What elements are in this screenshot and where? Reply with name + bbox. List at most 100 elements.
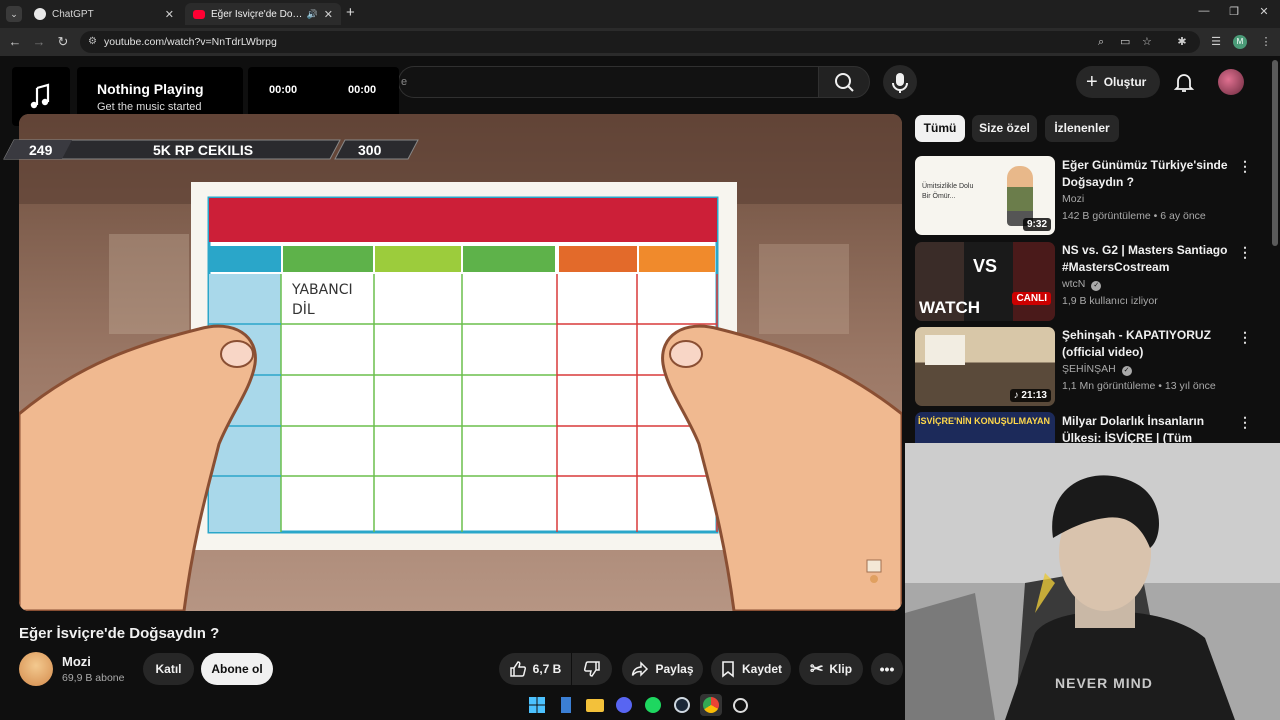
webcam-overlay: NEVER MIND <box>905 443 1280 720</box>
youtube-icon <box>193 9 205 19</box>
microphone-icon <box>892 73 908 93</box>
restore-icon[interactable]: ❐ <box>1220 5 1248 18</box>
discord-icon[interactable] <box>613 694 635 716</box>
channel-avatar[interactable] <box>19 652 53 686</box>
more-actions-button[interactable]: ••• <box>871 653 903 685</box>
site-info-icon[interactable]: ⚙ <box>88 31 97 53</box>
rec-meta: 1,1 Mn görüntüleme • 13 yıl önce <box>1062 380 1216 392</box>
video-title: Eğer İsviçre'de Doğsaydın ? <box>19 625 220 642</box>
subscriber-count: 69,9 B abone <box>62 672 125 684</box>
create-button[interactable]: + Oluştur <box>1076 66 1160 98</box>
profile-avatar[interactable]: M <box>1233 35 1247 49</box>
like-button[interactable]: 6,7 B <box>499 653 571 685</box>
share-label: Paylaş <box>655 662 694 676</box>
search-text: e <box>401 76 408 88</box>
rec-thumbnail[interactable]: Ümitsizlikle Dolu Bir Ömür... 9:32 <box>915 156 1055 235</box>
thumbnail-character <box>1007 166 1033 226</box>
account-avatar[interactable] <box>1218 69 1244 95</box>
thumbnail-caption: Ümitsizlikle Dolu Bir Ömür... <box>922 183 974 200</box>
rec-thumbnail[interactable]: İSVİÇRE'NİN KONUŞULMAYAN <box>915 412 1055 443</box>
tab-title: ChatGPT <box>52 8 94 20</box>
extensions-icon[interactable]: ✱ <box>1174 34 1190 50</box>
plus-icon: + <box>1086 71 1098 93</box>
dislike-button[interactable] <box>572 653 612 685</box>
clip-button[interactable]: ✂ Klip <box>799 653 863 685</box>
total-time: 00:00 <box>348 84 377 96</box>
close-tab-icon[interactable]: ✕ <box>165 8 174 21</box>
back-icon[interactable]: ← <box>7 34 23 50</box>
duration-badge: 9:32 <box>1022 218 1051 231</box>
chrome-icon[interactable] <box>700 694 722 716</box>
chip-watched[interactable]: İzlenenler <box>1045 115 1119 142</box>
shirt-text: NEVER MIND <box>1055 675 1153 691</box>
rec-meta: 142 B görüntüleme • 6 ay önce <box>1062 210 1206 222</box>
obs-icon[interactable] <box>729 694 751 716</box>
voice-search-button[interactable] <box>883 65 917 99</box>
rec-title[interactable]: Milyar Dolarlık İnsanların Ülkesi: İSVİÇ… <box>1062 413 1240 443</box>
rec-title[interactable]: NS vs. G2 | Masters Santiago #MastersCos… <box>1062 242 1240 276</box>
rec-more-icon[interactable]: ⋮ <box>1238 244 1252 261</box>
notifications-button[interactable] <box>1172 70 1196 94</box>
app-icon[interactable] <box>555 694 577 716</box>
chip-all[interactable]: Tümü <box>915 115 965 142</box>
current-time: 00:00 <box>269 84 298 96</box>
search-button[interactable] <box>818 66 870 98</box>
rec-title[interactable]: Eğer Günümüz Türkiye'sinde Doğsaydın ? <box>1062 157 1240 191</box>
forward-icon[interactable]: → <box>31 34 47 50</box>
rec-title[interactable]: Şehinşah - KAPATIYORUZ (official video) <box>1062 327 1240 361</box>
windows-start-icon[interactable] <box>526 694 548 716</box>
chip-for-you[interactable]: Size özel <box>972 115 1037 142</box>
thumbnail-window <box>925 335 965 365</box>
close-window-icon[interactable]: ✕ <box>1250 5 1278 18</box>
video-player[interactable] <box>19 114 902 611</box>
file-explorer-icon[interactable] <box>584 694 606 716</box>
rec-thumbnail[interactable]: WATCH VS CANLI <box>915 242 1055 321</box>
spotify-icon[interactable] <box>642 694 664 716</box>
thumbnail-caption: İSVİÇRE'NİN KONUŞULMAYAN <box>918 416 1050 426</box>
search-icon <box>835 73 854 92</box>
bookmark-star-icon[interactable]: ☆ <box>1142 31 1152 53</box>
new-tab-button[interactable]: + <box>346 5 355 21</box>
steam-icon[interactable] <box>671 694 693 716</box>
hud-right-value: 300 <box>358 142 382 158</box>
taskbar <box>526 694 751 716</box>
page-scrollbar[interactable] <box>1272 60 1278 246</box>
duration-text: 21:13 <box>1021 390 1047 401</box>
cast-icon[interactable]: ▭ <box>1120 31 1130 53</box>
tab-chatgpt[interactable]: ChatGPT ✕ <box>26 3 182 25</box>
join-button[interactable]: Katıl <box>143 653 194 685</box>
browser-tab-strip: ⌄ ChatGPT ✕ Eğer İsviçre'de Doğsaydın ? … <box>0 0 1280 28</box>
rec-channel-name: wtcN <box>1062 278 1086 290</box>
search-input[interactable]: e <box>398 66 818 98</box>
close-tab-icon[interactable]: ✕ <box>324 8 333 21</box>
live-badge: CANLI <box>1012 292 1051 305</box>
rec-more-icon[interactable]: ⋮ <box>1238 158 1252 175</box>
subscribe-button[interactable]: Abone ol <box>201 653 273 685</box>
rec-more-icon[interactable]: ⋮ <box>1238 414 1252 431</box>
rec-channel[interactable]: ŞEHİNŞAH ✓ <box>1062 363 1132 376</box>
like-count: 6,7 B <box>532 662 562 676</box>
verified-icon: ✓ <box>1121 366 1132 376</box>
reading-list-icon[interactable]: ☰ <box>1208 34 1224 50</box>
zoom-icon[interactable]: ⌕ <box>1098 31 1104 53</box>
tab-youtube[interactable]: Eğer İsviçre'de Doğsaydın ? 🔊 ✕ <box>185 3 341 25</box>
more-horizontal-icon: ••• <box>879 661 895 677</box>
tab-search-button[interactable]: ⌄ <box>6 6 22 22</box>
speaker-icon[interactable]: 🔊 <box>307 9 318 20</box>
hud-center-text: 5K RP CEKILIS <box>153 142 254 158</box>
scissors-icon: ✂ <box>809 661 824 678</box>
menu-icon[interactable]: ⋮ <box>1258 34 1274 50</box>
channel-name[interactable]: Mozi <box>62 654 91 669</box>
rec-channel[interactable]: wtcN ✓ <box>1062 278 1102 291</box>
minimize-icon[interactable]: — <box>1190 5 1218 17</box>
save-button[interactable]: Kaydet <box>711 653 791 685</box>
rec-thumbnail[interactable]: ♪ 21:13 <box>915 327 1055 406</box>
thumbnail-caption: WATCH <box>919 298 981 317</box>
rec-more-icon[interactable]: ⋮ <box>1238 329 1252 346</box>
share-button[interactable]: Paylaş <box>622 653 703 685</box>
rec-channel[interactable]: Mozi <box>1062 193 1084 205</box>
thumbnail-vs-text: VS <box>973 256 998 276</box>
now-playing-subtitle: Get the music started <box>97 101 202 113</box>
reload-icon[interactable]: ↻ <box>55 34 71 50</box>
address-bar[interactable]: ⚙ youtube.com/watch?v=NnTdrLWbrpg ⌕ ▭ ☆ <box>80 31 1200 53</box>
